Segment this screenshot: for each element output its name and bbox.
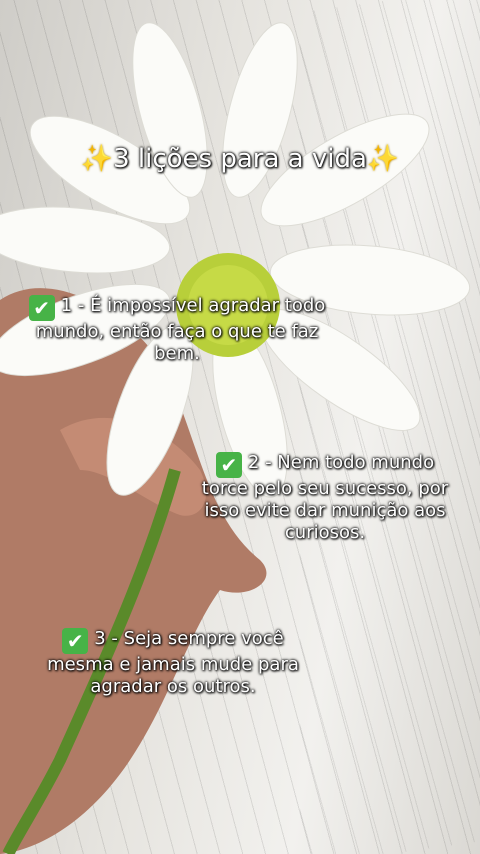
- sparkles-icon: ✨: [366, 144, 400, 174]
- check-mark-icon: ✔: [215, 452, 242, 478]
- page-title: ✨3 lições para a vida✨: [0, 144, 480, 176]
- lesson-1: ✔ 1 - É impossível agradar todo mundo, en…: [22, 295, 332, 365]
- daisy-illustration: [0, 22, 471, 854]
- check-mark-icon: ✔: [28, 295, 55, 321]
- check-mark-icon: ✔: [62, 628, 89, 654]
- image-background: ✨3 lições para a vida✨ ✔ 1 - É impossível…: [0, 0, 480, 854]
- title-text: 3 lições para a vida: [113, 144, 367, 174]
- lesson-2: ✔ 2 - Nem todo mundo torce pelo seu suces…: [192, 452, 458, 544]
- lesson-3: ✔ 3 - Seja sempre você mesma e jamais mud…: [28, 628, 318, 698]
- lesson-1-text: 1 - É impossível agradar todo mundo, ent…: [35, 295, 326, 364]
- sparkles-icon: ✨: [80, 144, 114, 174]
